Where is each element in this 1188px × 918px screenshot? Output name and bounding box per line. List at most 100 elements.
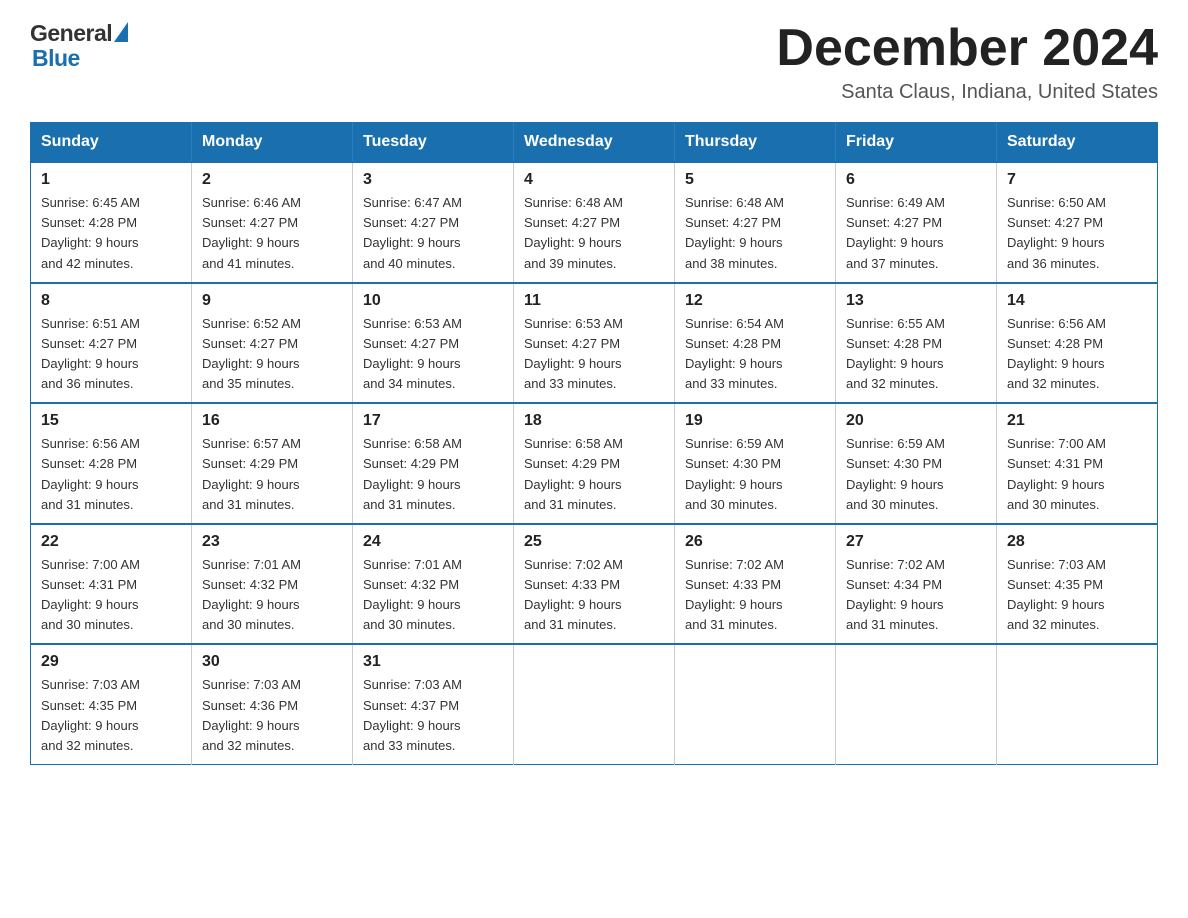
calendar-cell <box>514 644 675 764</box>
logo: General Blue <box>30 20 130 72</box>
day-info: Sunrise: 7:00 AM Sunset: 4:31 PM Dayligh… <box>41 555 181 636</box>
day-of-week-header: Friday <box>836 123 997 163</box>
day-info: Sunrise: 6:58 AM Sunset: 4:29 PM Dayligh… <box>524 434 664 515</box>
calendar-cell: 30 Sunrise: 7:03 AM Sunset: 4:36 PM Dayl… <box>192 644 353 764</box>
day-info: Sunrise: 6:45 AM Sunset: 4:28 PM Dayligh… <box>41 193 181 274</box>
calendar-cell: 10 Sunrise: 6:53 AM Sunset: 4:27 PM Dayl… <box>353 283 514 404</box>
day-number: 25 <box>524 533 664 551</box>
day-of-week-header: Tuesday <box>353 123 514 163</box>
day-info: Sunrise: 6:48 AM Sunset: 4:27 PM Dayligh… <box>524 193 664 274</box>
calendar-week-row: 22 Sunrise: 7:00 AM Sunset: 4:31 PM Dayl… <box>31 524 1158 645</box>
calendar-cell <box>997 644 1158 764</box>
calendar-cell: 21 Sunrise: 7:00 AM Sunset: 4:31 PM Dayl… <box>997 403 1158 524</box>
calendar-cell: 7 Sunrise: 6:50 AM Sunset: 4:27 PM Dayli… <box>997 162 1158 283</box>
day-info: Sunrise: 6:53 AM Sunset: 4:27 PM Dayligh… <box>524 314 664 395</box>
day-number: 8 <box>41 292 181 310</box>
logo-triangle-icon <box>114 22 128 42</box>
calendar-cell: 4 Sunrise: 6:48 AM Sunset: 4:27 PM Dayli… <box>514 162 675 283</box>
calendar-cell: 27 Sunrise: 7:02 AM Sunset: 4:34 PM Dayl… <box>836 524 997 645</box>
calendar-header: SundayMondayTuesdayWednesdayThursdayFrid… <box>31 123 1158 163</box>
calendar-cell: 11 Sunrise: 6:53 AM Sunset: 4:27 PM Dayl… <box>514 283 675 404</box>
day-number: 14 <box>1007 292 1147 310</box>
calendar-cell: 16 Sunrise: 6:57 AM Sunset: 4:29 PM Dayl… <box>192 403 353 524</box>
day-number: 9 <box>202 292 342 310</box>
calendar-cell: 25 Sunrise: 7:02 AM Sunset: 4:33 PM Dayl… <box>514 524 675 645</box>
calendar-cell: 14 Sunrise: 6:56 AM Sunset: 4:28 PM Dayl… <box>997 283 1158 404</box>
day-number: 24 <box>363 533 503 551</box>
day-number: 20 <box>846 412 986 430</box>
day-number: 7 <box>1007 171 1147 189</box>
day-number: 17 <box>363 412 503 430</box>
calendar-cell: 28 Sunrise: 7:03 AM Sunset: 4:35 PM Dayl… <box>997 524 1158 645</box>
calendar-week-row: 1 Sunrise: 6:45 AM Sunset: 4:28 PM Dayli… <box>31 162 1158 283</box>
day-number: 22 <box>41 533 181 551</box>
month-title: December 2024 <box>776 20 1158 77</box>
day-info: Sunrise: 6:46 AM Sunset: 4:27 PM Dayligh… <box>202 193 342 274</box>
day-info: Sunrise: 7:03 AM Sunset: 4:35 PM Dayligh… <box>1007 555 1147 636</box>
calendar-cell: 15 Sunrise: 6:56 AM Sunset: 4:28 PM Dayl… <box>31 403 192 524</box>
calendar-cell: 17 Sunrise: 6:58 AM Sunset: 4:29 PM Dayl… <box>353 403 514 524</box>
day-of-week-header: Thursday <box>675 123 836 163</box>
day-number: 1 <box>41 171 181 189</box>
location-text: Santa Claus, Indiana, United States <box>776 81 1158 104</box>
day-info: Sunrise: 6:57 AM Sunset: 4:29 PM Dayligh… <box>202 434 342 515</box>
calendar-week-row: 29 Sunrise: 7:03 AM Sunset: 4:35 PM Dayl… <box>31 644 1158 764</box>
calendar-cell: 1 Sunrise: 6:45 AM Sunset: 4:28 PM Dayli… <box>31 162 192 283</box>
calendar-cell: 13 Sunrise: 6:55 AM Sunset: 4:28 PM Dayl… <box>836 283 997 404</box>
calendar-cell <box>836 644 997 764</box>
day-number: 31 <box>363 653 503 671</box>
day-number: 26 <box>685 533 825 551</box>
day-number: 13 <box>846 292 986 310</box>
day-info: Sunrise: 7:01 AM Sunset: 4:32 PM Dayligh… <box>202 555 342 636</box>
day-info: Sunrise: 6:49 AM Sunset: 4:27 PM Dayligh… <box>846 193 986 274</box>
calendar-week-row: 15 Sunrise: 6:56 AM Sunset: 4:28 PM Dayl… <box>31 403 1158 524</box>
day-number: 3 <box>363 171 503 189</box>
day-info: Sunrise: 6:47 AM Sunset: 4:27 PM Dayligh… <box>363 193 503 274</box>
day-number: 10 <box>363 292 503 310</box>
day-info: Sunrise: 6:52 AM Sunset: 4:27 PM Dayligh… <box>202 314 342 395</box>
day-info: Sunrise: 6:51 AM Sunset: 4:27 PM Dayligh… <box>41 314 181 395</box>
calendar-cell: 22 Sunrise: 7:00 AM Sunset: 4:31 PM Dayl… <box>31 524 192 645</box>
page-header: General Blue December 2024 Santa Claus, … <box>30 20 1158 104</box>
day-number: 2 <box>202 171 342 189</box>
day-info: Sunrise: 7:01 AM Sunset: 4:32 PM Dayligh… <box>363 555 503 636</box>
day-number: 18 <box>524 412 664 430</box>
calendar-cell: 8 Sunrise: 6:51 AM Sunset: 4:27 PM Dayli… <box>31 283 192 404</box>
calendar-cell: 18 Sunrise: 6:58 AM Sunset: 4:29 PM Dayl… <box>514 403 675 524</box>
calendar-cell: 31 Sunrise: 7:03 AM Sunset: 4:37 PM Dayl… <box>353 644 514 764</box>
day-info: Sunrise: 7:02 AM Sunset: 4:33 PM Dayligh… <box>685 555 825 636</box>
calendar-cell: 2 Sunrise: 6:46 AM Sunset: 4:27 PM Dayli… <box>192 162 353 283</box>
calendar-cell: 24 Sunrise: 7:01 AM Sunset: 4:32 PM Dayl… <box>353 524 514 645</box>
calendar-cell: 29 Sunrise: 7:03 AM Sunset: 4:35 PM Dayl… <box>31 644 192 764</box>
calendar-cell: 20 Sunrise: 6:59 AM Sunset: 4:30 PM Dayl… <box>836 403 997 524</box>
day-number: 15 <box>41 412 181 430</box>
day-number: 28 <box>1007 533 1147 551</box>
calendar-cell: 26 Sunrise: 7:02 AM Sunset: 4:33 PM Dayl… <box>675 524 836 645</box>
calendar-cell: 3 Sunrise: 6:47 AM Sunset: 4:27 PM Dayli… <box>353 162 514 283</box>
day-info: Sunrise: 7:03 AM Sunset: 4:37 PM Dayligh… <box>363 675 503 756</box>
day-number: 21 <box>1007 412 1147 430</box>
title-section: December 2024 Santa Claus, Indiana, Unit… <box>776 20 1158 104</box>
day-info: Sunrise: 7:03 AM Sunset: 4:35 PM Dayligh… <box>41 675 181 756</box>
day-number: 11 <box>524 292 664 310</box>
day-number: 30 <box>202 653 342 671</box>
day-number: 12 <box>685 292 825 310</box>
logo-blue-text: Blue <box>32 45 80 71</box>
day-of-week-header: Saturday <box>997 123 1158 163</box>
calendar-cell: 9 Sunrise: 6:52 AM Sunset: 4:27 PM Dayli… <box>192 283 353 404</box>
day-number: 23 <box>202 533 342 551</box>
day-info: Sunrise: 7:00 AM Sunset: 4:31 PM Dayligh… <box>1007 434 1147 515</box>
calendar-cell <box>675 644 836 764</box>
calendar-cell: 6 Sunrise: 6:49 AM Sunset: 4:27 PM Dayli… <box>836 162 997 283</box>
day-info: Sunrise: 6:56 AM Sunset: 4:28 PM Dayligh… <box>41 434 181 515</box>
day-info: Sunrise: 7:02 AM Sunset: 4:34 PM Dayligh… <box>846 555 986 636</box>
day-info: Sunrise: 7:02 AM Sunset: 4:33 PM Dayligh… <box>524 555 664 636</box>
day-number: 19 <box>685 412 825 430</box>
day-number: 29 <box>41 653 181 671</box>
calendar-cell: 23 Sunrise: 7:01 AM Sunset: 4:32 PM Dayl… <box>192 524 353 645</box>
days-of-week-row: SundayMondayTuesdayWednesdayThursdayFrid… <box>31 123 1158 163</box>
calendar-cell: 19 Sunrise: 6:59 AM Sunset: 4:30 PM Dayl… <box>675 403 836 524</box>
day-info: Sunrise: 6:55 AM Sunset: 4:28 PM Dayligh… <box>846 314 986 395</box>
day-of-week-header: Sunday <box>31 123 192 163</box>
day-info: Sunrise: 7:03 AM Sunset: 4:36 PM Dayligh… <box>202 675 342 756</box>
